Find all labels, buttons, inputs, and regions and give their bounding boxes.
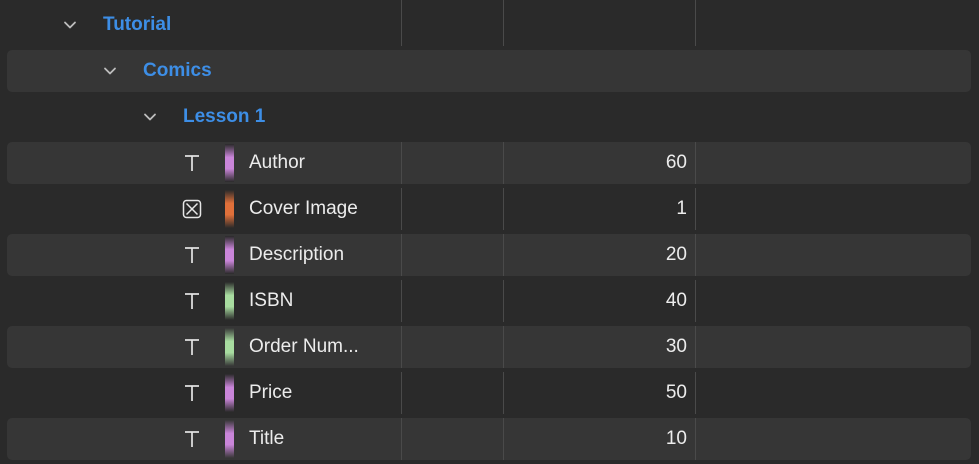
column-divider	[401, 4, 402, 46]
image-type-icon	[182, 199, 202, 219]
field-value: 1	[676, 198, 687, 219]
tree-group-row-lesson-1[interactable]: Lesson 1	[7, 96, 971, 138]
field-value: 20	[665, 244, 687, 265]
group-label-tutorial: Tutorial	[103, 14, 172, 35]
field-row[interactable]: Order Num... 30	[7, 326, 971, 368]
field-color-swatch	[225, 420, 234, 458]
column-divider	[695, 4, 696, 46]
column-divider	[695, 188, 696, 230]
field-name: Description	[249, 244, 345, 265]
outline-tree: Tutorial Comics Lesson 1 Author 60 Cover…	[0, 0, 979, 464]
field-row[interactable]: Author 60	[7, 142, 971, 184]
field-color-swatch	[225, 236, 234, 274]
text-type-icon	[185, 247, 199, 263]
column-divider	[401, 418, 402, 460]
field-value: 30	[665, 336, 687, 357]
column-divider	[695, 418, 696, 460]
column-divider	[401, 188, 402, 230]
column-divider	[401, 326, 402, 368]
field-name: Author	[249, 152, 305, 173]
field-color-swatch	[225, 374, 234, 412]
field-value: 60	[665, 152, 687, 173]
field-color-swatch	[225, 190, 234, 228]
group-label-lesson-1: Lesson 1	[183, 106, 266, 127]
tree-group-row-tutorial[interactable]: Tutorial	[7, 4, 971, 46]
field-row[interactable]: Description 20	[7, 234, 971, 276]
text-type-icon	[185, 293, 199, 309]
field-color-swatch	[225, 144, 234, 182]
field-row[interactable]: Cover Image 1	[7, 188, 971, 230]
field-name: ISBN	[249, 290, 294, 311]
column-divider	[695, 280, 696, 322]
text-type-icon	[185, 431, 199, 447]
text-type-icon	[185, 339, 199, 355]
field-color-swatch	[225, 328, 234, 366]
column-divider	[503, 4, 504, 46]
field-color-swatch	[225, 282, 234, 320]
field-name: Order Num...	[249, 336, 359, 357]
column-divider	[401, 142, 402, 184]
field-value: 50	[665, 382, 687, 403]
column-divider	[695, 372, 696, 414]
column-divider	[401, 280, 402, 322]
field-row[interactable]: Title 10	[7, 418, 971, 460]
field-value: 10	[665, 428, 687, 449]
group-label-comics: Comics	[143, 60, 212, 81]
column-divider	[695, 142, 696, 184]
column-divider	[695, 234, 696, 276]
text-type-icon	[185, 155, 199, 171]
column-divider	[401, 372, 402, 414]
chevron-down-icon[interactable]	[101, 62, 119, 80]
field-row[interactable]: Price 50	[7, 372, 971, 414]
tree-group-row-comics[interactable]: Comics	[7, 50, 971, 92]
chevron-down-icon[interactable]	[141, 108, 159, 126]
field-row[interactable]: ISBN 40	[7, 280, 971, 322]
text-type-icon	[185, 385, 199, 401]
field-name: Price	[249, 382, 293, 403]
column-divider	[695, 326, 696, 368]
column-divider	[401, 234, 402, 276]
field-name: Cover Image	[249, 198, 358, 219]
field-name: Title	[249, 428, 285, 449]
chevron-down-icon[interactable]	[61, 16, 79, 34]
field-value: 40	[665, 290, 687, 311]
